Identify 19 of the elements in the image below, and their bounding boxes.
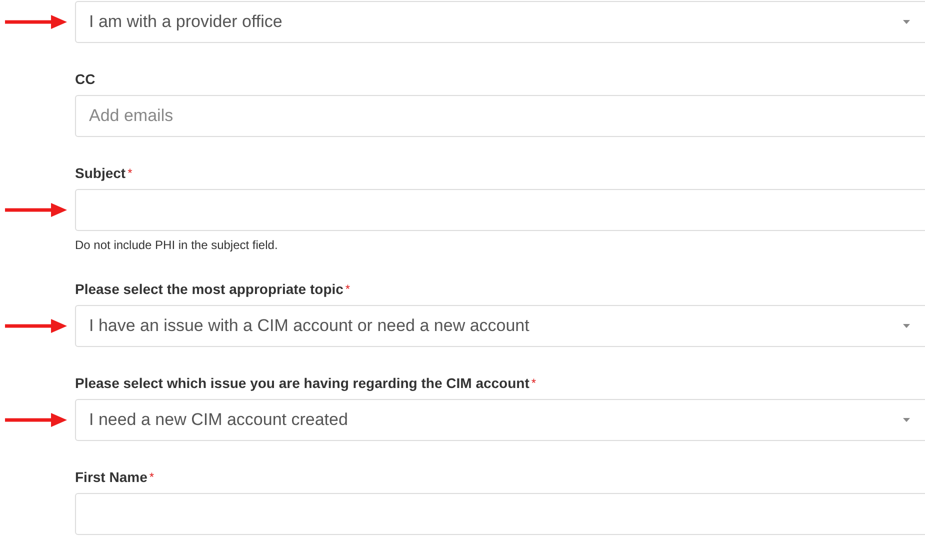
dropdown[interactable]: I am with a provider office [75,1,925,43]
caret-icon [903,20,910,24]
field-label: Please select the most appropriate topic [75,280,344,299]
field-label: Please select which issue you are having regarding the CIM account [75,374,530,393]
caret-icon [903,418,910,422]
required-mark: * [128,165,132,182]
dropdown[interactable]: I have an issue with a CIM account or need a new account [75,305,925,347]
text-field[interactable] [75,493,925,535]
field-label: CC [75,70,96,88]
text-field[interactable] [75,189,925,231]
caret-icon [903,324,910,328]
required-mark: * [149,469,154,486]
dropdown[interactable]: I need a new CIM account created [75,399,925,441]
text-field[interactable]: Add emails [75,95,925,137]
field-label: First Name [75,468,148,486]
field-label: Subject [75,164,126,183]
required-mark: * [531,375,536,392]
required-mark: * [345,281,350,298]
field-hint: Do not include PHI in the subject field. [75,237,278,254]
